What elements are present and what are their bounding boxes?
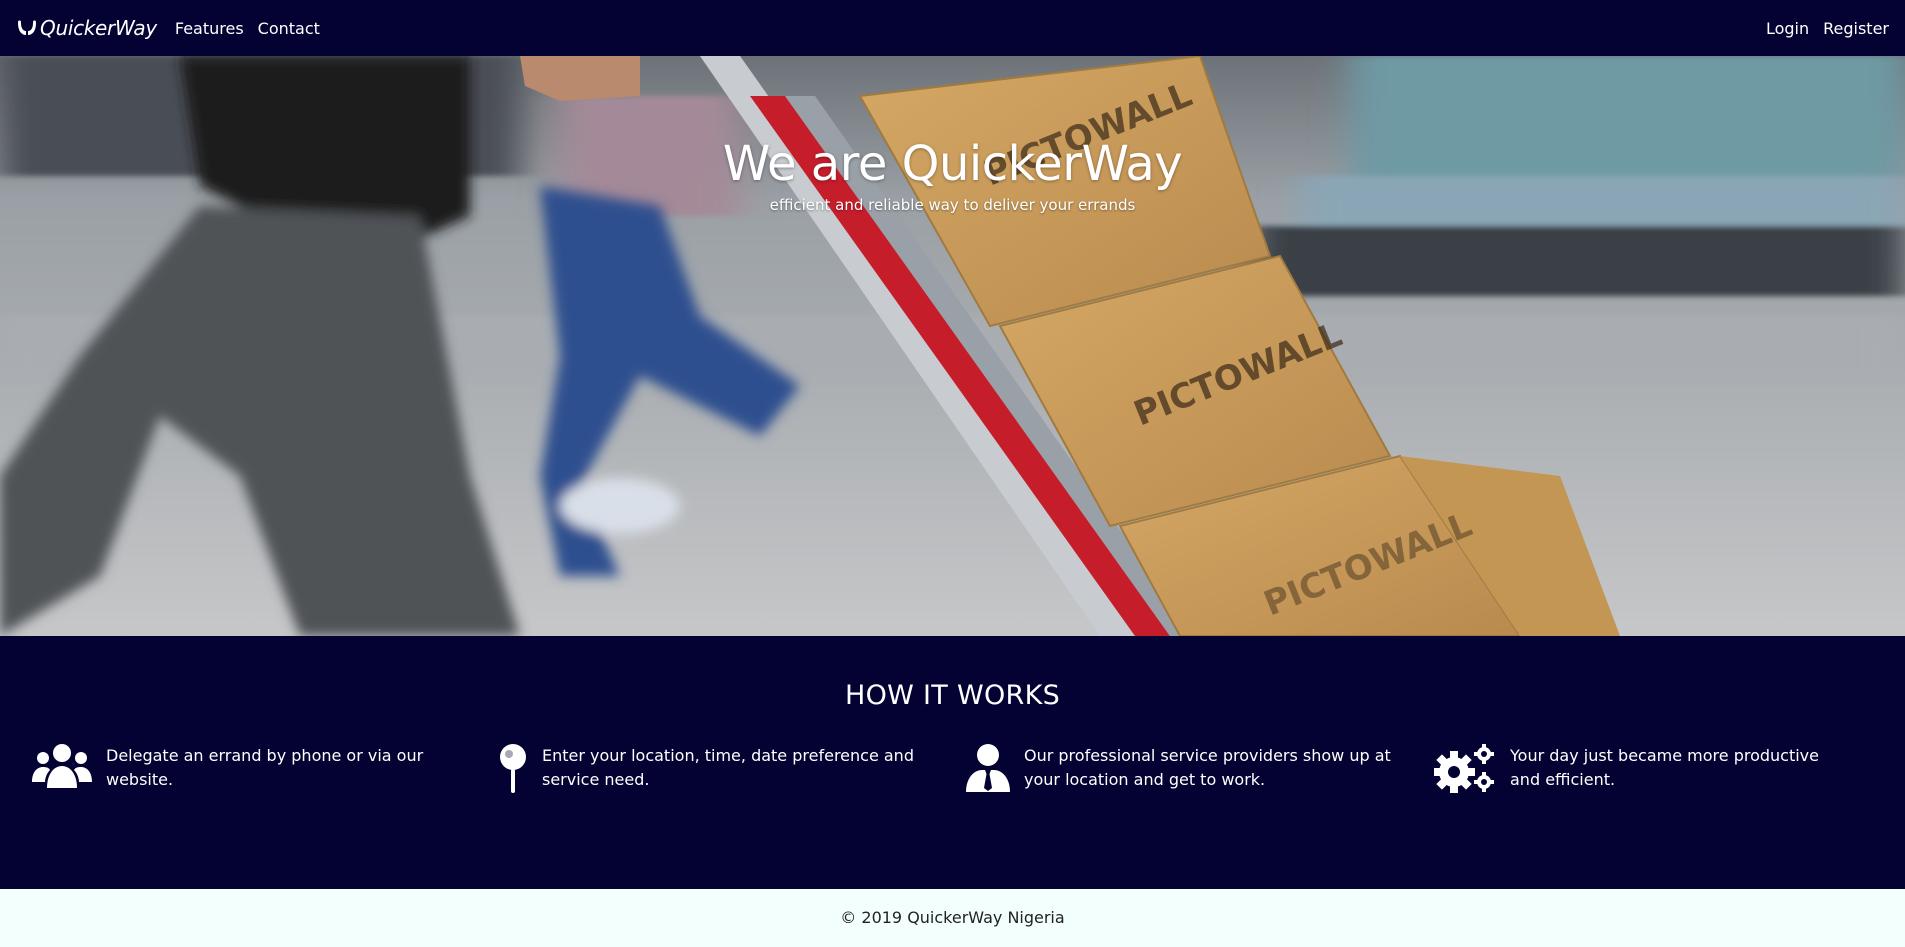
step-providers-text: Our professional service providers show …: [1024, 746, 1391, 789]
brand-link[interactable]: QuickerWay: [16, 16, 157, 40]
hero-title: We are QuickerWay: [722, 136, 1183, 192]
register-link[interactable]: Register: [1823, 19, 1889, 38]
how-it-works-section: HOW IT WORKS Delegate an errand by phone…: [0, 636, 1905, 889]
how-it-works-title: HOW IT WORKS: [844, 680, 1061, 711]
map-pin-icon: [500, 744, 526, 793]
brand-name: QuickerWay: [40, 16, 157, 40]
step-location: Enter your location, time, date preferen…: [498, 744, 938, 794]
step-productive: Your day just became more productive and…: [1434, 744, 1854, 794]
nav-link-contact[interactable]: Contact: [258, 19, 320, 38]
step-location-text: Enter your location, time, date preferen…: [542, 746, 914, 789]
step-delegate-text: Delegate an errand by phone or via our w…: [106, 746, 424, 789]
users-icon: [32, 744, 92, 788]
step-productive-text: Your day just became more productive and…: [1510, 746, 1819, 789]
cogs-icon: [1434, 744, 1494, 793]
hands-logo-icon: [18, 20, 36, 35]
login-link[interactable]: Login: [1766, 19, 1809, 38]
navbar: QuickerWay Features Contact Login Regist…: [0, 0, 1905, 56]
nav-link-features[interactable]: Features: [175, 19, 244, 38]
step-providers: Our professional service providers show …: [966, 744, 1396, 792]
footer-copyright: © 2019 QuickerWay Nigeria: [840, 908, 1065, 927]
hero-section: PICTOWALL PICTOWALL PICTOWALL We are Qui…: [0, 56, 1905, 636]
footer: © 2019 QuickerWay Nigeria: [0, 889, 1905, 947]
hero-subtitle: efficient and reliable way to deliver yo…: [769, 196, 1136, 214]
nav-right: Login Register: [1766, 19, 1889, 38]
step-delegate: Delegate an errand by phone or via our w…: [32, 744, 462, 792]
user-tie-icon: [966, 744, 1010, 792]
